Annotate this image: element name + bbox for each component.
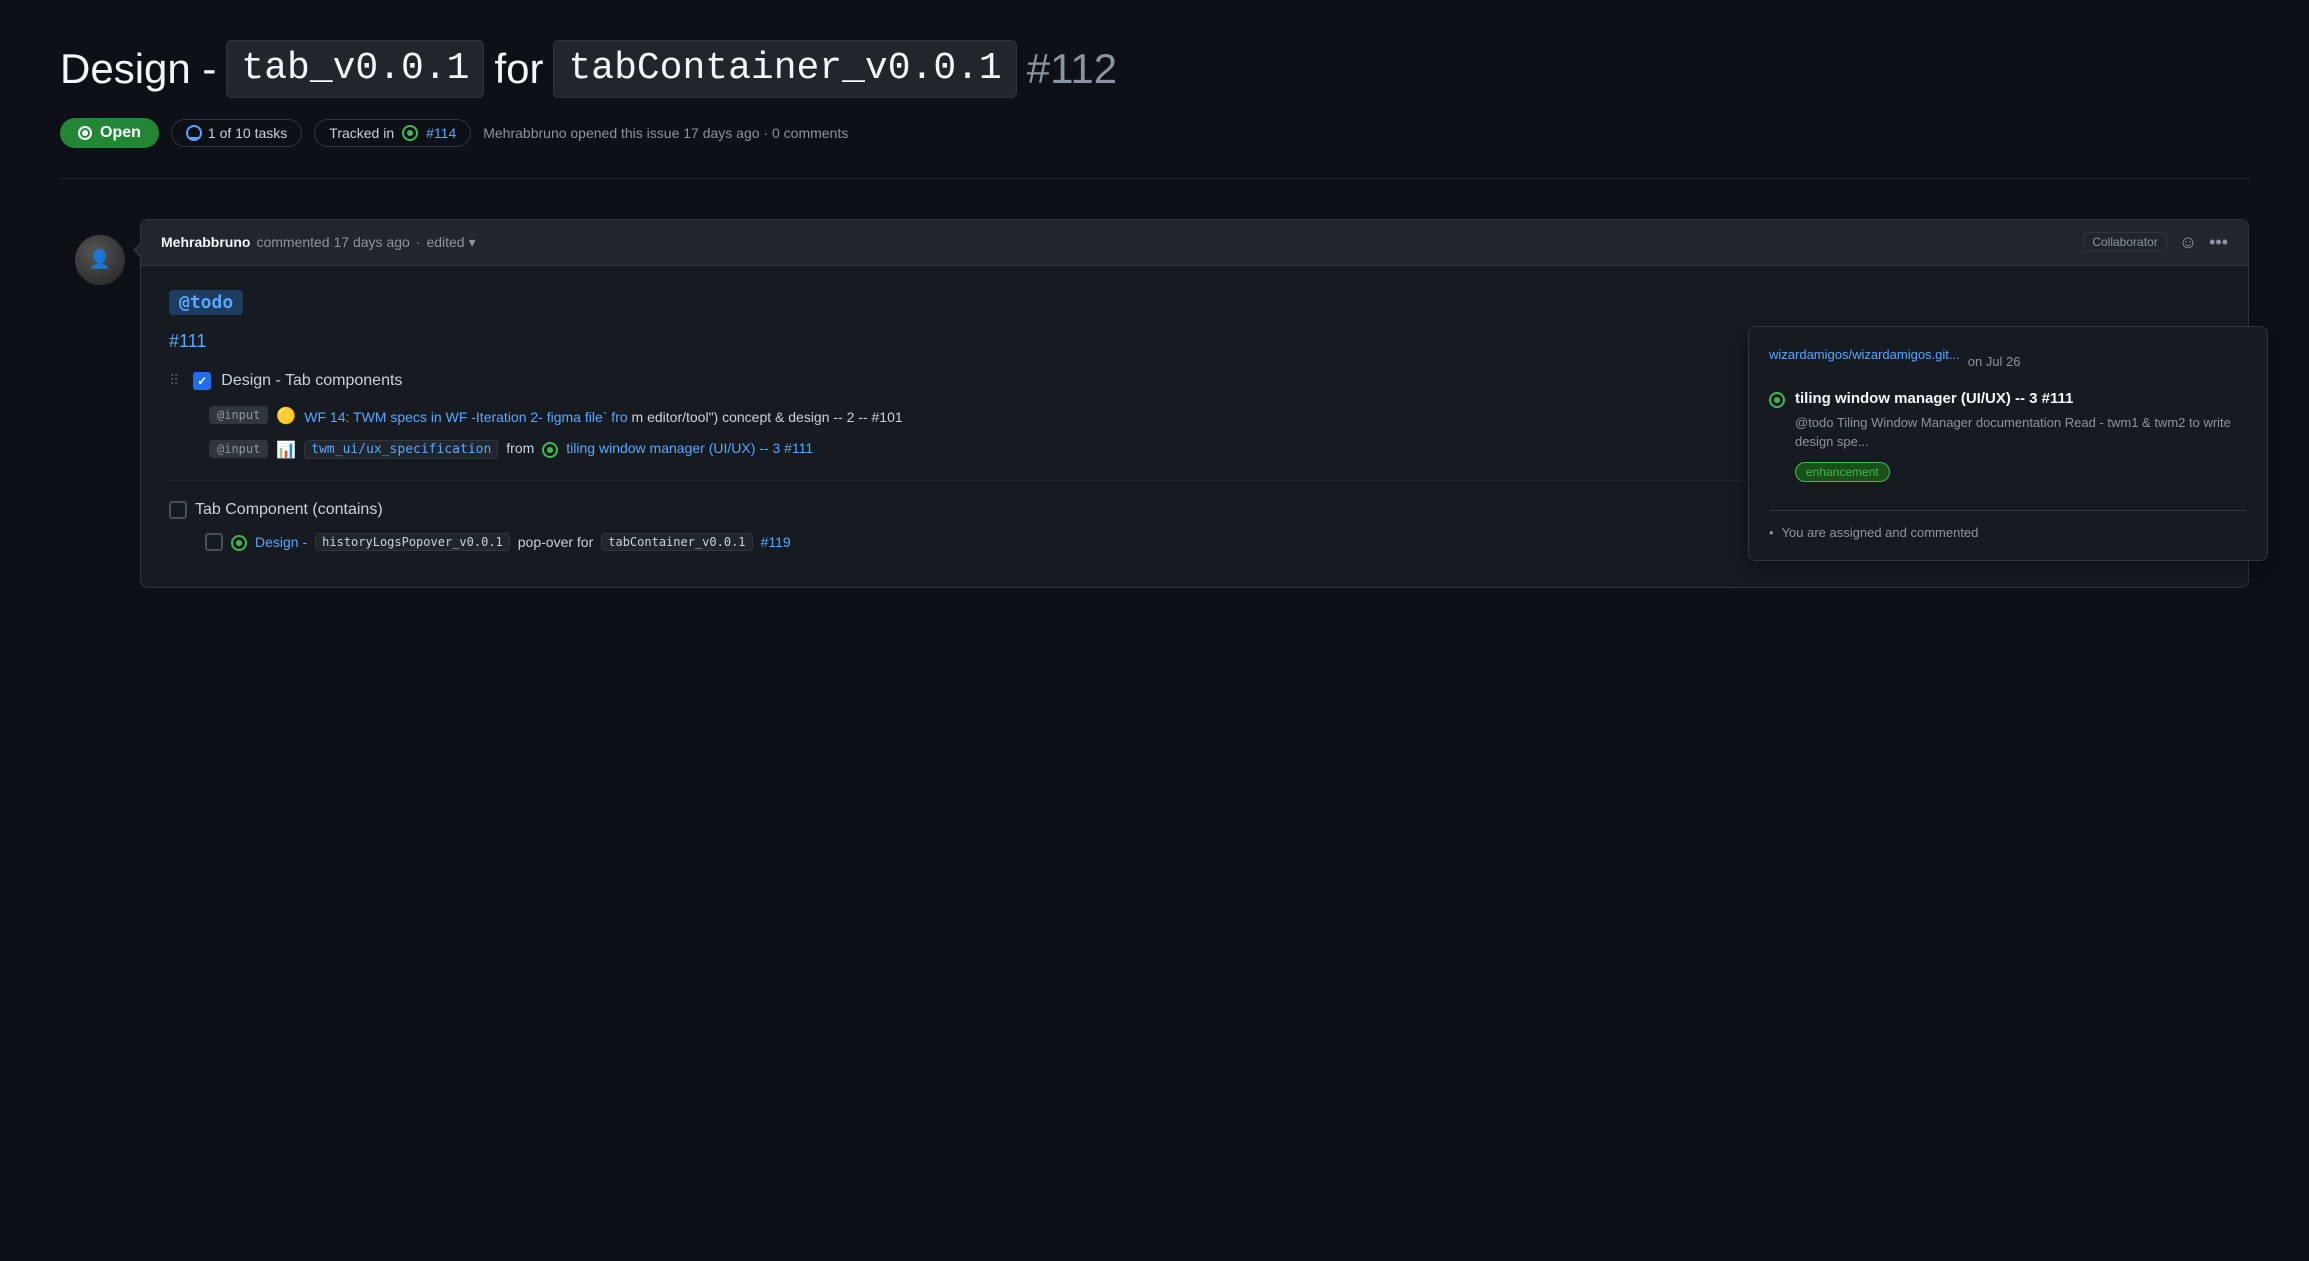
edited-label: edited [426,234,464,250]
open-badge[interactable]: Open [60,118,159,148]
tracked-badge[interactable]: Tracked in #114 [314,119,471,147]
avatar-image: 👤 [75,235,125,285]
input-badge-2: @input [209,440,268,458]
commenter-username[interactable]: Mehrabbruno [161,234,250,250]
status-bar: Open 1 of 10 tasks Tracked in #114 Mehra… [60,118,2249,148]
sub-check-code1: historyLogsPopover_v0.0.1 [315,533,510,551]
popover-green-icon [1769,392,1785,408]
popover-issue-details: tiling window manager (UI/UX) -- 3 #111 … [1795,390,2247,496]
issue-meta: Mehrabbruno opened this issue 17 days ag… [483,125,848,141]
green-circle-icon-2 [542,442,558,458]
comment-body: @todo #111 ⠿ Design - Tab components @in… [141,266,2248,587]
sub-item-1-link[interactable]: WF 14: TWM specs in WF -Iteration 2- fig… [304,409,627,425]
title-middle: for [494,43,543,96]
comment-header-left: Mehrabbruno commented 17 days ago · edit… [161,234,476,251]
sub-item-1-plain: m editor/tool") concept & design -- 2 --… [632,409,903,425]
sub-item-1-text: WF 14: TWM specs in WF -Iteration 2- fig… [304,406,902,428]
enhancement-label[interactable]: enhancement [1795,462,1890,482]
sub-check-code2: tabContainer_v0.0.1 [601,533,752,551]
sub-item-2-link[interactable]: twm_ui/ux_specification [304,440,498,459]
assigned-text: You are assigned and commented [1769,525,2247,540]
popover-issue-body: @todo Tiling Window Manager documentatio… [1795,413,2247,452]
tab-component-checkbox[interactable] [169,501,187,519]
edited-dropdown[interactable]: edited ▾ [426,234,475,251]
bullet-separator: · [416,234,421,250]
popover-issue: tiling window manager (UI/UX) -- 3 #111 … [1769,390,2247,496]
checkbox-checked[interactable] [193,372,211,390]
sub-check-number[interactable]: #119 [761,534,791,550]
open-label: Open [100,124,141,142]
emoji-icon-1: 🟡 [276,406,296,426]
drag-handle-icon[interactable]: ⠿ [169,372,179,389]
popover-date: on Jul 26 [1968,354,2021,369]
tasks-progress-icon [186,125,202,141]
todo-tag: @todo [169,290,243,315]
main-content: 👤 Mehrabbruno commented 17 days ago · ed… [60,219,2249,588]
popover-divider [1769,510,2247,511]
sub-check-checkbox-1[interactable] [205,533,223,551]
sub-item-2-from: from [506,440,534,456]
sub-check-green-icon [231,535,247,551]
avatar: 👤 [75,235,125,285]
issue-number: #112 [1027,43,1117,96]
tracked-green-dot-icon [402,125,418,141]
emoji-react-icon[interactable]: ☺ [2179,232,2197,253]
tab-component-label: Tab Component (contains) [195,501,383,519]
title-prefix: Design - [60,43,216,96]
more-options-icon[interactable]: ••• [2209,232,2228,253]
comment-action: commented 17 days ago [256,234,409,250]
checklist-label: Design - Tab components [221,372,402,390]
comment-header-right: Collaborator ☺ ••• [2083,232,2228,253]
page-container: Design - tab_v0.0.1 for tabContainer_v0.… [0,0,2309,628]
collaborator-badge: Collaborator [2083,232,2166,252]
tracked-label-text: Tracked in [329,125,394,141]
tracked-link[interactable]: #114 [426,125,456,141]
title-code1: tab_v0.0.1 [226,40,484,98]
emoji-icon-2: 📊 [276,440,296,460]
section-divider [60,178,2249,179]
issue-title: Design - tab_v0.0.1 for tabContainer_v0.… [60,40,2249,98]
avatar-col: 👤 [60,219,140,588]
title-code2: tabContainer_v0.0.1 [553,40,1016,98]
input-badge-1: @input [209,406,268,424]
tasks-label: 1 of 10 tasks [208,125,287,141]
tasks-badge[interactable]: 1 of 10 tasks [171,119,302,147]
comment-header: Mehrabbruno commented 17 days ago · edit… [141,220,2248,266]
sub-check-popover-text: pop-over for [518,534,593,550]
popover-issue-title[interactable]: tiling window manager (UI/UX) -- 3 #111 [1795,390,2247,407]
sub-item-2-issue-link[interactable]: tiling window manager (UI/UX) -- 3 #111 [566,440,813,456]
chevron-down-icon: ▾ [469,234,476,251]
open-dot-icon [78,126,92,140]
sub-check-design-text: Design - [255,534,307,550]
popover-repo-link[interactable]: wizardamigos/wizardamigos.git... [1769,347,1960,362]
popover-overlay: wizardamigos/wizardamigos.git... on Jul … [1748,326,2268,561]
comment-card: Mehrabbruno commented 17 days ago · edit… [140,219,2249,588]
